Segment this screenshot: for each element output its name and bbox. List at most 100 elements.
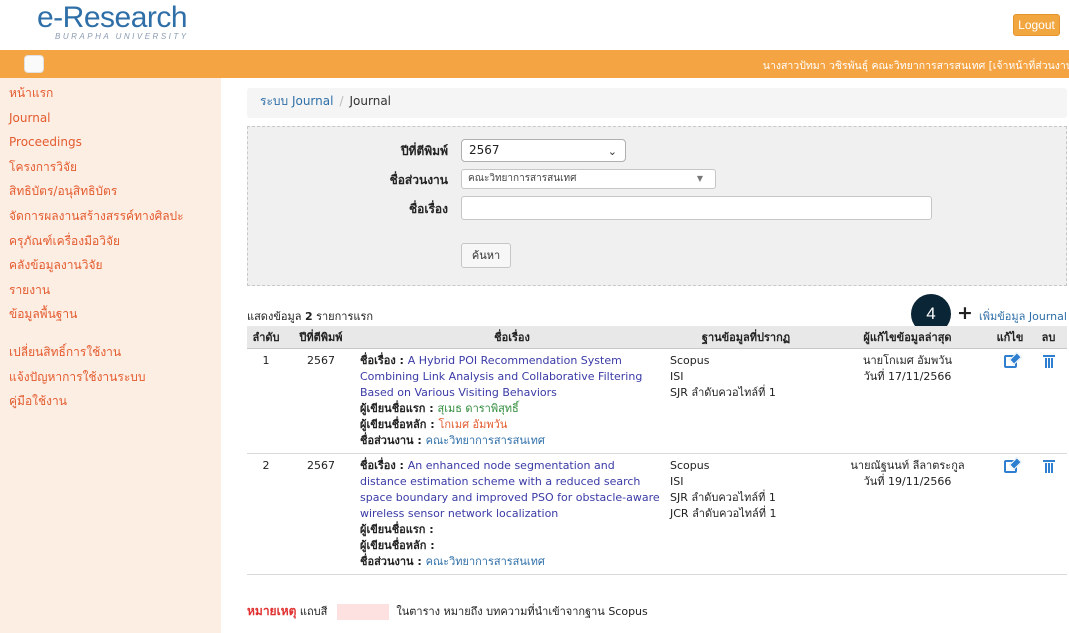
dept-value: คณะวิทยาการสารสนเทศ — [425, 433, 545, 447]
search-button[interactable]: ค้นหา — [461, 243, 511, 268]
row-details: ชื่อเรื่อง : A Hybrid POI Recommendation… — [357, 348, 667, 454]
logo[interactable]: e-Research BURAPHA UNIVERSITY — [37, 1, 189, 42]
table-row: 2 2567 ชื่อเรื่อง : An enhanced node seg… — [247, 453, 1067, 575]
sidebar-item-reports[interactable]: รายงาน — [0, 278, 221, 303]
dept-field-label: ชื่อส่วนงาน : — [360, 554, 426, 568]
first-author-label: ผู้เขียนชื่อแรก : — [360, 401, 438, 415]
database-item: JCR ลำดับควอไทล์ที่ 1 — [670, 506, 777, 520]
row-year: 2567 — [285, 453, 357, 575]
row-details: ชื่อเรื่อง : An enhanced node segmentati… — [357, 453, 667, 575]
row-databases: Scopus ISI SJR ลำดับควอไทล์ที่ 1 JCR ลำด… — [667, 453, 825, 575]
col-header-database: ฐานข้อมูลที่ปรากฏ — [667, 326, 825, 349]
col-header-title: ชื่อเรื่อง — [357, 326, 667, 349]
year-label: ปีที่ตีพิมพ์ — [400, 144, 448, 158]
main-author-label: ผู้เขียนชื่อหลัก : — [360, 538, 435, 552]
sidebar-item-proceedings[interactable]: Proceedings — [0, 130, 221, 155]
row-databases: Scopus ISI SJR ลำดับควอไทล์ที่ 1 — [667, 348, 825, 454]
col-header-year: ปีที่ตีพิมพ์ — [285, 326, 357, 349]
dept-label: ชื่อส่วนงาน — [389, 173, 448, 187]
menu-toggle-icon[interactable] — [24, 55, 44, 73]
sidebar-item-journal[interactable]: Journal — [0, 106, 221, 131]
editor-name: นายโกเมศ อัมพวัน — [862, 353, 952, 367]
search-panel: ปีที่ตีพิมพ์ 2567 ⌄ ชื่อส่วนงาน คณะวิทยา… — [247, 126, 1067, 286]
sidebar-item-manual[interactable]: คู่มือใช้งาน — [0, 389, 221, 414]
col-header-no: ลำดับ — [247, 326, 285, 349]
breadcrumb-root-link[interactable]: ระบบ Journal — [260, 94, 333, 108]
sidebar-item-basic-data[interactable]: ข้อมูลพื้นฐาน — [0, 302, 221, 327]
note-label: หมายเหตุ — [247, 604, 297, 618]
title-field-label: ชื่อเรื่อง : — [360, 458, 408, 472]
table-header-row: ลำดับ ปีที่ตีพิมพ์ ชื่อเรื่อง ฐานข้อมูลท… — [247, 326, 1067, 349]
sidebar-item-report-problem[interactable]: แจ้งปัญหาการใช้งานระบบ — [0, 365, 221, 390]
year-select[interactable]: 2567 ⌄ — [461, 139, 626, 162]
result-count: แสดงข้อมูล 2 รายการแรก — [247, 307, 373, 325]
trash-icon[interactable] — [1042, 354, 1055, 368]
row-no: 2 — [247, 453, 285, 575]
result-count-suffix: รายการแรก — [316, 310, 374, 323]
database-item: Scopus — [670, 353, 710, 367]
title-input[interactable] — [461, 196, 932, 220]
row-delete-cell — [1030, 453, 1067, 575]
dept-value: คณะวิทยาการสารสนเทศ — [425, 554, 545, 568]
chevron-down-icon: ▼ — [696, 174, 703, 183]
edit-icon[interactable] — [1003, 354, 1017, 368]
user-bar: นางสาวปัทมา วชิรพันธุ์ คณะวิทยาการสารสนเ… — [0, 50, 1069, 78]
database-item: Scopus — [670, 458, 710, 472]
row-edit-cell — [990, 348, 1030, 454]
database-item: SJR ลำดับควอไทล์ที่ 1 — [670, 385, 776, 399]
scopus-color-swatch — [336, 604, 389, 620]
journal-table: ลำดับ ปีที่ตีพิมพ์ ชื่อเรื่อง ฐานข้อมูลท… — [247, 326, 1067, 575]
col-header-editor: ผู้แก้ไขข้อมูลล่าสุด — [825, 326, 990, 349]
top-header: e-Research BURAPHA UNIVERSITY Logout — [0, 0, 1069, 50]
result-count-number: 2 — [304, 310, 313, 323]
breadcrumb: ระบบ Journal / Journal — [247, 88, 1067, 118]
row-editor: นายโกเมศ อัมพวัน วันที่ 17/11/2566 — [825, 348, 990, 454]
sidebar: หน้าแรก Journal Proceedings โครงการวิจัย… — [0, 78, 221, 633]
table-row: 1 2567 ชื่อเรื่อง : A Hybrid POI Recomme… — [247, 348, 1067, 454]
title-label: ชื่อเรื่อง — [409, 202, 448, 216]
sidebar-item-research-repository[interactable]: คลังข้อมูลงานวิจัย — [0, 253, 221, 278]
database-item: ISI — [670, 369, 684, 383]
row-delete-cell — [1030, 348, 1067, 454]
result-count-prefix: แสดงข้อมูล — [247, 310, 302, 323]
note-text-2: ในตาราง หมายถึง บทความที่นำเข้าจากฐาน Sc… — [396, 605, 648, 618]
main-author-value: โกเมศ อัมพวัน — [438, 417, 508, 431]
sidebar-item-art-works[interactable]: จัดการผลงานสร้างสรรค์ทางศิลปะ — [0, 204, 221, 229]
editor-name: นายณัฐนนท์ ลีลาตระกูล — [850, 458, 965, 472]
sidebar-item-change-role[interactable]: เปลี่ยนสิทธิ์การใช้งาน — [0, 340, 221, 365]
chevron-down-icon: ⌄ — [607, 145, 617, 158]
edit-icon[interactable] — [1003, 459, 1017, 473]
row-editor: นายณัฐนนท์ ลีลาตระกูล วันที่ 19/11/2566 — [825, 453, 990, 575]
year-select-value: 2567 — [469, 143, 500, 157]
add-journal-link[interactable]: เพิ่มข้อมูล Journal — [979, 307, 1067, 325]
title-field-label: ชื่อเรื่อง : — [360, 353, 408, 367]
database-item: SJR ลำดับควอไทล์ที่ 1 — [670, 490, 776, 504]
legend-note: หมายเหตุ แถบสี ในตาราง หมายถึง บทความที่… — [247, 602, 648, 621]
dept-field-label: ชื่อส่วนงาน : — [360, 433, 426, 447]
first-author-value: สุเมธ ดาราพิสุทธิ์ — [437, 401, 519, 415]
col-header-delete: ลบ — [1030, 326, 1067, 349]
row-edit-cell — [990, 453, 1030, 575]
sidebar-item-home[interactable]: หน้าแรก — [0, 81, 221, 106]
first-author-label: ผู้เขียนชื่อแรก : — [360, 522, 434, 536]
trash-icon[interactable] — [1042, 459, 1055, 473]
sidebar-item-patents[interactable]: สิทธิบัตร/อนุสิทธิบัตร — [0, 179, 221, 204]
main-content: ระบบ Journal / Journal ปีที่ตีพิมพ์ 2567 ⌄… — [221, 78, 1069, 633]
dept-select[interactable]: คณะวิทยาการสารสนเทศ ▼ — [461, 169, 716, 189]
note-text-1: แถบสี — [299, 605, 328, 618]
main-author-label: ผู้เขียนชื่อหลัก : — [360, 417, 439, 431]
breadcrumb-separator: / — [339, 94, 344, 108]
edited-date: วันที่ 17/11/2566 — [863, 369, 952, 383]
sidebar-item-research-equipment[interactable]: ครุภัณฑ์เครื่องมือวิจัย — [0, 229, 221, 254]
row-no: 1 — [247, 348, 285, 454]
breadcrumb-current: Journal — [349, 94, 392, 108]
logout-button[interactable]: Logout — [1013, 14, 1060, 36]
row-year: 2567 — [285, 348, 357, 454]
logo-main-text: e-Research — [37, 1, 188, 34]
plus-icon[interactable]: + — [957, 304, 973, 323]
logo-sub-text: BURAPHA UNIVERSITY — [55, 32, 189, 41]
col-header-edit: แก้ไข — [990, 326, 1030, 349]
database-item: ISI — [670, 474, 684, 488]
sidebar-item-research-projects[interactable]: โครงการวิจัย — [0, 155, 221, 180]
user-info: นางสาวปัทมา วชิรพันธุ์ คณะวิทยาการสารสนเ… — [762, 60, 1069, 72]
